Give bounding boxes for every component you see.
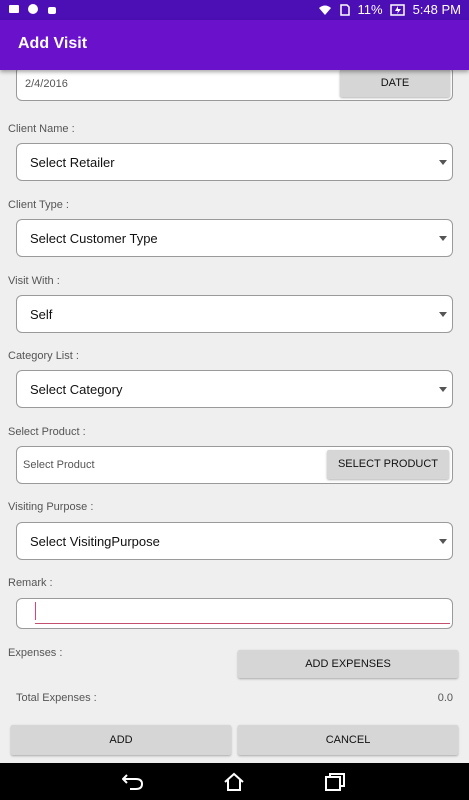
add-button[interactable]: ADD [11,725,231,755]
dropdown-caret-icon [439,312,447,317]
visiting-purpose-label: Visiting Purpose : [8,501,94,513]
visiting-purpose-spinner[interactable]: Select VisitingPurpose [16,522,453,560]
total-expenses-value: 0.0 [437,692,453,704]
sim-icon [339,3,350,16]
battery-charging-icon [389,3,405,16]
face-icon [28,4,38,14]
visit-with-label: Visit With : [8,275,60,287]
category-spinner[interactable]: Select Category [16,370,453,408]
visit-with-spinner[interactable]: Self [16,295,453,333]
dropdown-caret-icon [439,387,447,392]
category-list-label: Category List : [8,350,79,362]
usb-icon [9,5,19,13]
select-product-button[interactable]: SELECT PRODUCT [327,450,449,479]
client-type-value: Select Customer Type [30,231,158,246]
status-time: 5:48 PM [412,2,461,17]
total-expenses-label: Total Expenses : [16,692,97,704]
client-type-label: Client Type : [8,199,69,211]
navigation-bar [0,763,469,800]
date-button[interactable]: DATE [340,70,450,97]
form-content: 2/4/2016 DATE Client Name : Select Retai… [0,70,469,763]
visit-with-value: Self [30,307,53,322]
client-name-spinner[interactable]: Select Retailer [16,143,453,181]
dropdown-caret-icon [439,236,447,241]
client-type-spinner[interactable]: Select Customer Type [16,219,453,257]
status-bar: 11% 5:48 PM [0,0,469,20]
recents-icon[interactable] [324,772,346,792]
product-field: Select Product SELECT PRODUCT [16,446,453,484]
home-icon[interactable] [223,772,245,792]
product-placeholder: Select Product [23,459,95,471]
back-icon[interactable] [122,772,144,792]
category-value: Select Category [30,382,123,397]
page-title: Add Visit [18,35,88,52]
visiting-purpose-value: Select VisitingPurpose [30,534,160,549]
android-icon [48,7,56,14]
app-bar: Add Visit [0,20,469,70]
remark-underline [35,623,450,624]
battery-percentage: 11% [357,2,383,17]
dropdown-caret-icon [439,539,447,544]
dropdown-caret-icon [439,160,447,165]
cancel-button[interactable]: CANCEL [238,725,458,755]
client-name-label: Client Name : [8,123,75,135]
add-expenses-button[interactable]: ADD EXPENSES [238,650,458,678]
expenses-label: Expenses : [8,647,63,659]
client-name-value: Select Retailer [30,155,115,170]
remark-label: Remark : [8,577,53,589]
select-product-label: Select Product : [8,426,86,438]
remark-field[interactable] [16,598,453,629]
date-value: 2/4/2016 [25,78,68,90]
wifi-icon [318,5,331,15]
date-field: 2/4/2016 DATE [16,70,453,101]
text-cursor [35,602,36,620]
